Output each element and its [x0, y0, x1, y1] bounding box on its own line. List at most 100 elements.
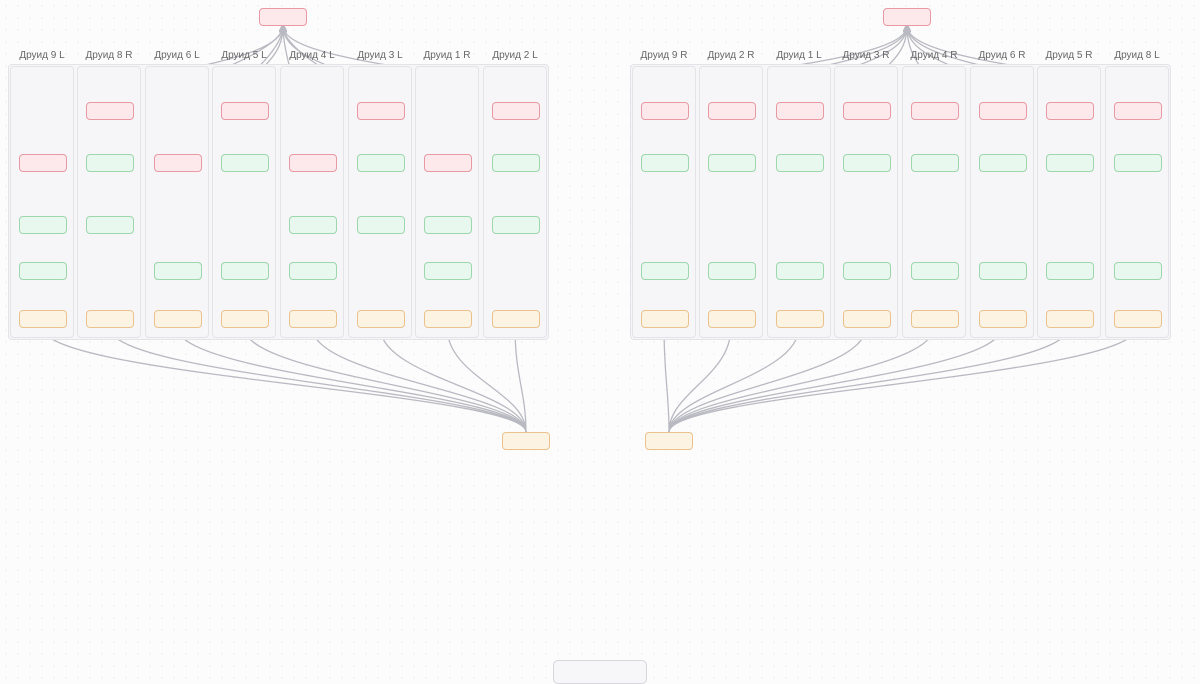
- orange-node[interactable]: [492, 310, 540, 328]
- orange-node[interactable]: [19, 310, 67, 328]
- orange-node[interactable]: [979, 310, 1027, 328]
- column: Друид 3 L: [348, 66, 412, 338]
- column-label: Друид 8 L: [1106, 50, 1168, 61]
- pink-node[interactable]: [289, 154, 337, 172]
- leaf-node-right[interactable]: [645, 432, 693, 450]
- green-node[interactable]: [776, 154, 824, 172]
- column-label: Друид 4 L: [281, 50, 343, 61]
- orange-node[interactable]: [1114, 310, 1162, 328]
- pink-node[interactable]: [357, 102, 405, 120]
- column: Друид 8 L: [1105, 66, 1169, 338]
- green-node[interactable]: [86, 216, 134, 234]
- green-node[interactable]: [708, 154, 756, 172]
- column-label: Друид 3 L: [349, 50, 411, 61]
- column: Друид 4 R: [902, 66, 966, 338]
- column: Друид 1 L: [767, 66, 831, 338]
- green-node[interactable]: [1046, 154, 1094, 172]
- pink-node[interactable]: [843, 102, 891, 120]
- column-label: Друид 1 R: [416, 50, 478, 61]
- green-node[interactable]: [289, 262, 337, 280]
- green-node[interactable]: [843, 262, 891, 280]
- orange-node[interactable]: [289, 310, 337, 328]
- pink-node[interactable]: [424, 154, 472, 172]
- green-node[interactable]: [1114, 154, 1162, 172]
- green-node[interactable]: [979, 154, 1027, 172]
- green-node[interactable]: [492, 216, 540, 234]
- column-label: Друид 9 L: [11, 50, 73, 61]
- orange-node[interactable]: [708, 310, 756, 328]
- green-node[interactable]: [221, 262, 269, 280]
- orange-node[interactable]: [221, 310, 269, 328]
- root-node-left[interactable]: [259, 8, 307, 26]
- orange-node[interactable]: [911, 310, 959, 328]
- pink-node[interactable]: [19, 154, 67, 172]
- column: Друид 1 R: [415, 66, 479, 338]
- column: Друид 3 R: [834, 66, 898, 338]
- pink-node[interactable]: [221, 102, 269, 120]
- column-label: Друид 9 R: [633, 50, 695, 61]
- leaf-node-left[interactable]: [502, 432, 550, 450]
- green-node[interactable]: [357, 216, 405, 234]
- column-label: Друид 5 R: [1038, 50, 1100, 61]
- pink-node[interactable]: [1046, 102, 1094, 120]
- orange-node[interactable]: [424, 310, 472, 328]
- green-node[interactable]: [1114, 262, 1162, 280]
- pink-node[interactable]: [776, 102, 824, 120]
- column: Друид 5 R: [1037, 66, 1101, 338]
- column: Друид 6 R: [970, 66, 1034, 338]
- pink-node[interactable]: [86, 102, 134, 120]
- green-node[interactable]: [357, 154, 405, 172]
- column-label: Друид 8 R: [78, 50, 140, 61]
- green-node[interactable]: [424, 216, 472, 234]
- orange-node[interactable]: [86, 310, 134, 328]
- pink-node[interactable]: [911, 102, 959, 120]
- green-node[interactable]: [776, 262, 824, 280]
- column: Друид 2 L: [483, 66, 547, 338]
- bottom-toolbar[interactable]: [553, 660, 647, 684]
- column-label: Друид 1 L: [768, 50, 830, 61]
- green-node[interactable]: [19, 262, 67, 280]
- green-node[interactable]: [424, 262, 472, 280]
- green-node[interactable]: [843, 154, 891, 172]
- column: Друид 6 L: [145, 66, 209, 338]
- orange-node[interactable]: [1046, 310, 1094, 328]
- green-node[interactable]: [911, 154, 959, 172]
- column: Друид 8 R: [77, 66, 141, 338]
- green-node[interactable]: [289, 216, 337, 234]
- orange-node[interactable]: [843, 310, 891, 328]
- column-label: Друид 6 L: [146, 50, 208, 61]
- green-node[interactable]: [19, 216, 67, 234]
- pink-node[interactable]: [708, 102, 756, 120]
- green-node[interactable]: [86, 154, 134, 172]
- pink-node[interactable]: [492, 102, 540, 120]
- green-node[interactable]: [979, 262, 1027, 280]
- column: Друид 4 L: [280, 66, 344, 338]
- pink-node[interactable]: [979, 102, 1027, 120]
- column-label: Друид 6 R: [971, 50, 1033, 61]
- column-label: Друид 2 R: [700, 50, 762, 61]
- green-node[interactable]: [1046, 262, 1094, 280]
- column-label: Друид 5 L: [213, 50, 275, 61]
- column-label: Друид 3 R: [835, 50, 897, 61]
- orange-node[interactable]: [154, 310, 202, 328]
- orange-node[interactable]: [641, 310, 689, 328]
- green-node[interactable]: [708, 262, 756, 280]
- column-label: Друид 2 L: [484, 50, 546, 61]
- green-node[interactable]: [492, 154, 540, 172]
- column: Друид 5 L: [212, 66, 276, 338]
- orange-node[interactable]: [776, 310, 824, 328]
- orange-node[interactable]: [357, 310, 405, 328]
- green-node[interactable]: [641, 154, 689, 172]
- green-node[interactable]: [911, 262, 959, 280]
- column: Друид 9 L: [10, 66, 74, 338]
- column: Друид 9 R: [632, 66, 696, 338]
- root-node-right[interactable]: [883, 8, 931, 26]
- pink-node[interactable]: [641, 102, 689, 120]
- pink-node[interactable]: [154, 154, 202, 172]
- column: Друид 2 R: [699, 66, 763, 338]
- column-label: Друид 4 R: [903, 50, 965, 61]
- green-node[interactable]: [154, 262, 202, 280]
- pink-node[interactable]: [1114, 102, 1162, 120]
- green-node[interactable]: [641, 262, 689, 280]
- green-node[interactable]: [221, 154, 269, 172]
